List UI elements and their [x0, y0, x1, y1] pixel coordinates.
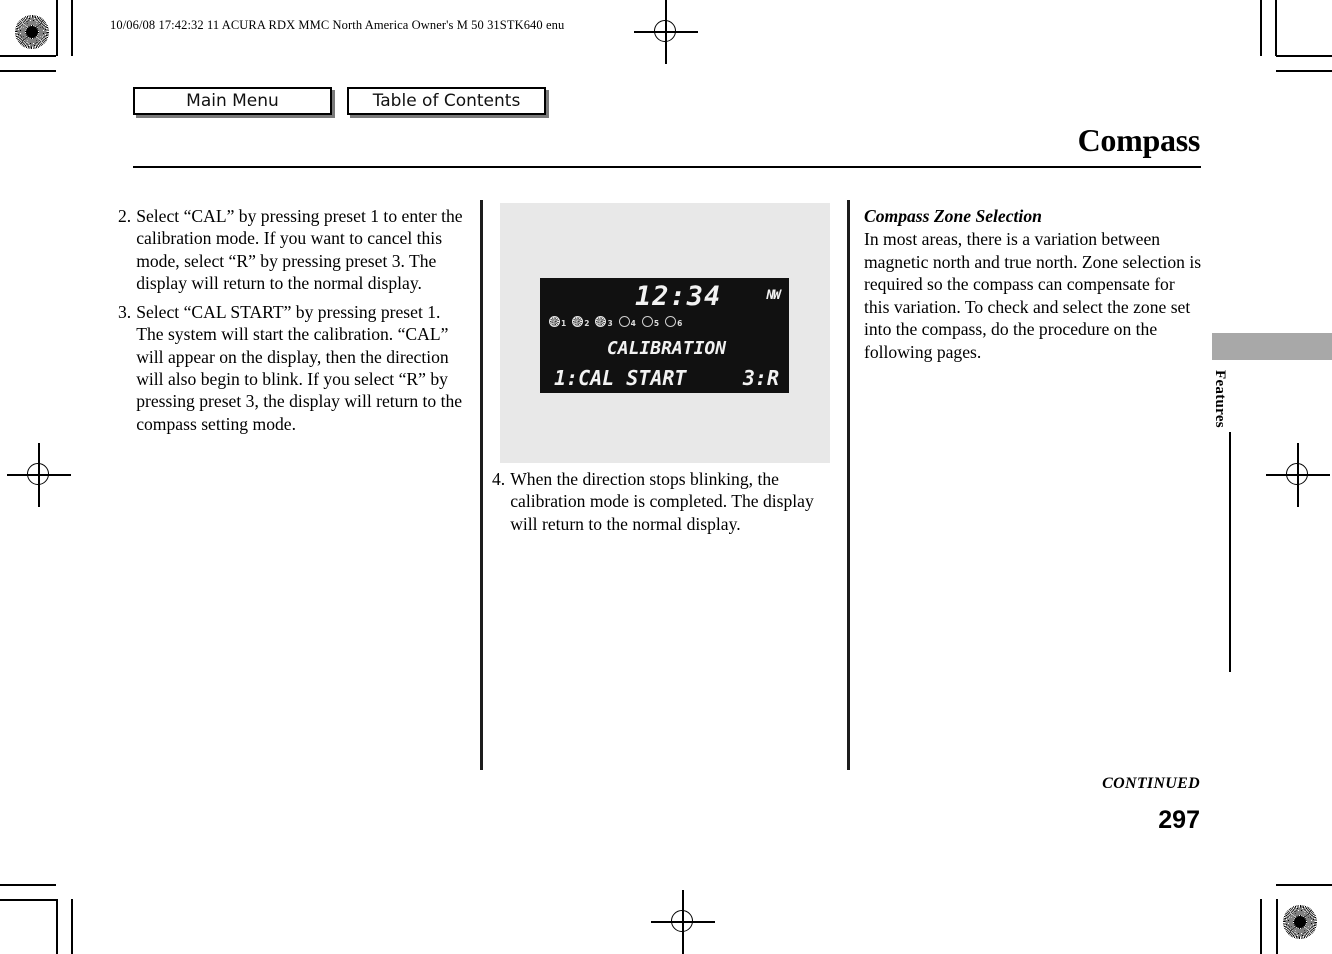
main-menu-button[interactable]: Main Menu: [133, 87, 332, 115]
crop-mark-top-left-h2: [0, 70, 56, 72]
step-number: 3.: [118, 301, 132, 322]
preset-dot-icon: [595, 316, 607, 327]
crosshair-ring: [671, 910, 693, 932]
list-item: 2. Select “CAL” by pressing preset 1 to …: [118, 205, 466, 295]
lcd-preset-indicators: 1 2 3 4 5 6: [549, 316, 682, 327]
section-tab-bar: [1212, 333, 1332, 360]
preset-index: 1: [561, 318, 567, 328]
registration-mark-top-left: [15, 15, 49, 49]
registration-crosshair-bottom: [651, 890, 715, 954]
preset-index: 4: [630, 318, 636, 328]
column-right: Compass Zone Selection In most areas, th…: [864, 205, 1204, 363]
crop-mark-top-left-v: [56, 0, 58, 56]
column-divider-2: [847, 200, 850, 770]
continued-label: CONTINUED: [1102, 775, 1200, 792]
preset-indicator-2: 2: [572, 316, 589, 327]
step-text: When the direction stops blinking, the c…: [510, 469, 814, 534]
preset-indicator-5: 5: [641, 316, 660, 328]
title-divider: [133, 166, 1201, 169]
step-number: 4.: [492, 469, 506, 489]
lcd-clock: 12:34: [635, 281, 722, 312]
preset-dot-icon: [549, 316, 560, 327]
crop-mark-top-right-h: [1276, 55, 1332, 57]
lcd-screen: 12:34 NW 1 2 3 4 5 6 CALIBRATION 1:CAL S…: [540, 278, 789, 393]
preset-index: 3: [607, 318, 613, 328]
page-title: Compass: [1077, 122, 1201, 158]
lcd-direction-indicator: NW: [766, 288, 781, 303]
registration-mark-bottom-right: [1283, 905, 1317, 939]
preset-index: 5: [653, 318, 660, 328]
crosshair-ring: [1286, 463, 1308, 485]
side-edge-rule: [1229, 432, 1231, 672]
print-slug: 10/06/08 17:42:32 11 ACURA RDX MMC North…: [110, 18, 565, 32]
crop-mark-bottom-left-v: [56, 899, 58, 954]
preset-dot-icon: [572, 316, 584, 327]
preset-indicator-4: 4: [618, 316, 636, 328]
preset-indicator-3: 3: [595, 316, 613, 328]
registration-crosshair-right: [1266, 443, 1330, 507]
registration-crosshair-left: [7, 443, 71, 507]
crop-mark-bottom-right-v2: [1276, 899, 1278, 954]
crop-mark-bottom-right-v: [1260, 899, 1262, 954]
preset-indicator-6: 6: [665, 316, 682, 327]
section-tab-label: Features: [1212, 370, 1228, 428]
lcd-figure: 12:34 NW 1 2 3 4 5 6 CALIBRATION 1:CAL S…: [500, 203, 830, 463]
preset-dot-icon: [641, 316, 653, 327]
crop-mark-top-left-v2: [71, 0, 73, 56]
step-number: 2.: [118, 206, 132, 226]
preset-index: 2: [584, 318, 590, 328]
crop-mark-top-right-v: [1260, 0, 1262, 56]
column-left: 2. Select “CAL” by pressing preset 1 to …: [118, 205, 466, 441]
registration-crosshair-top: [634, 0, 698, 64]
lcd-mode-text: CALIBRATION: [606, 338, 727, 359]
preset-dot-icon: [665, 316, 677, 327]
page-number: 297: [1158, 806, 1200, 834]
lcd-option-right: 3:R: [742, 366, 779, 390]
list-item: 4. When the direction stops blinking, th…: [492, 468, 840, 535]
lcd-option-left: 1:CAL START: [554, 366, 687, 390]
preset-indicator-1: 1: [549, 316, 566, 327]
preset-dot-icon: [618, 316, 630, 327]
preset-index: 6: [677, 318, 683, 328]
list-item: 3. Select “CAL START” by pressing preset…: [118, 301, 466, 436]
section-body: In most areas, there is a variation betw…: [864, 229, 1202, 362]
lcd-options-row: 1:CAL START 3:R: [554, 368, 779, 388]
table-of-contents-button[interactable]: Table of Contents: [347, 87, 546, 115]
crop-mark-bottom-left-h2: [0, 899, 56, 901]
crosshair-ring: [654, 20, 676, 42]
crop-mark-bottom-right-h: [1276, 884, 1332, 886]
crop-mark-top-right-v2: [1275, 0, 1277, 56]
crop-mark-top-left-h: [0, 55, 56, 57]
section-heading: Compass Zone Selection: [864, 206, 1042, 226]
column-center-step: 4. When the direction stops blinking, th…: [492, 468, 840, 541]
crop-mark-bottom-left-h: [0, 884, 56, 886]
crosshair-ring: [27, 463, 49, 485]
step-text: Select “CAL” by pressing preset 1 to ent…: [136, 206, 463, 294]
crop-mark-top-right-h2: [1276, 70, 1332, 72]
step-text: Select “CAL START” by pressing preset 1.…: [136, 301, 463, 434]
column-divider-1: [480, 200, 483, 770]
crop-mark-bottom-left-v2: [71, 899, 73, 954]
